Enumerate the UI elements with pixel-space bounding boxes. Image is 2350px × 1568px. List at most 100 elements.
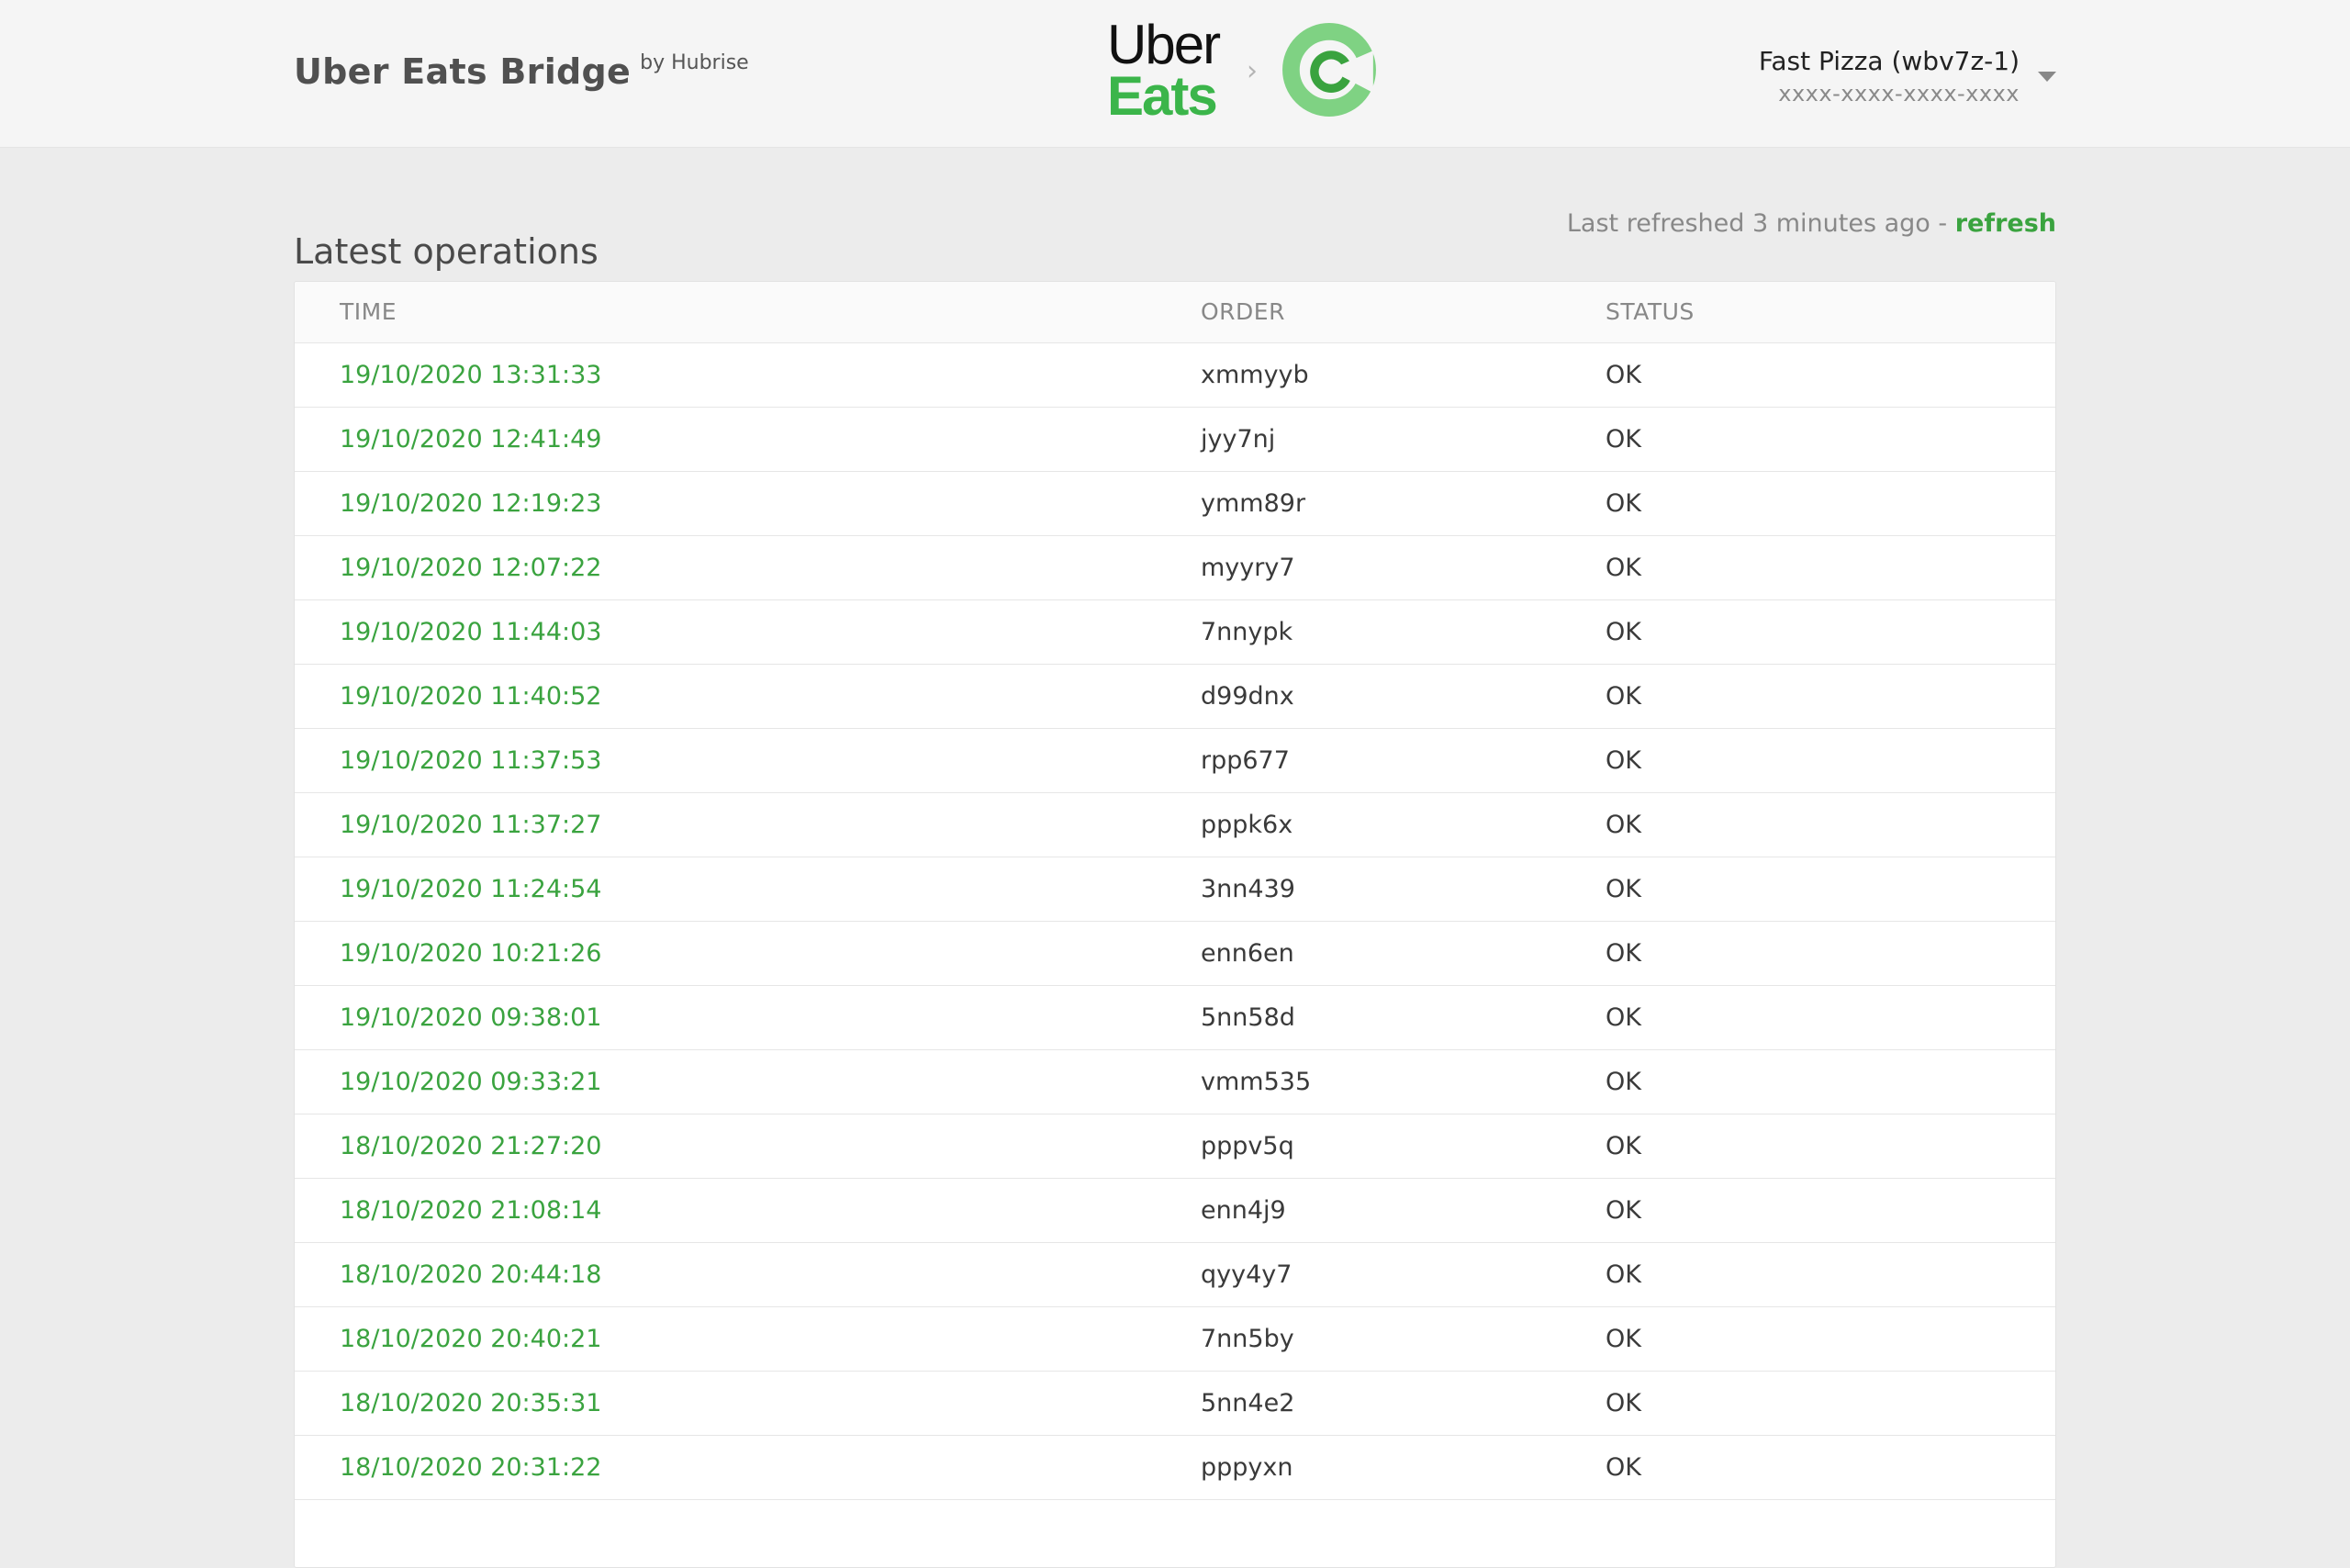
- time-link[interactable]: 19/10/2020 11:37:27: [340, 811, 601, 839]
- order-cell: 7nnypk: [1200, 599, 1605, 665]
- time-cell: 18/10/2020 20:44:18: [295, 1242, 1200, 1307]
- table-row: 19/10/2020 12:07:22 myyry7 OK: [295, 535, 2055, 600]
- time-link[interactable]: 19/10/2020 10:21:26: [340, 939, 601, 968]
- table-row: 18/10/2020 20:31:22 pppyxn OK: [295, 1435, 2055, 1500]
- eats-logo-word: Eats: [1107, 65, 1218, 127]
- time-link[interactable]: 18/10/2020 21:08:14: [340, 1196, 601, 1225]
- time-cell: 19/10/2020 13:31:33: [295, 342, 1200, 408]
- table-row: 19/10/2020 11:37:53 rpp677 OK: [295, 728, 2055, 793]
- status-cell: OK: [1605, 1178, 2055, 1243]
- time-cell: 19/10/2020 12:07:22: [295, 535, 1200, 600]
- time-cell: 19/10/2020 11:40:52: [295, 664, 1200, 729]
- column-header-status: STATUS: [1605, 282, 2055, 343]
- order-cell: pppv5q: [1200, 1114, 1605, 1179]
- account-id: xxxx-xxxx-xxxx-xxxx: [1778, 81, 2020, 106]
- time-link[interactable]: 19/10/2020 11:24:54: [340, 875, 601, 903]
- order-cell: pppk6x: [1200, 792, 1605, 857]
- page-title: Latest operations: [294, 230, 599, 272]
- time-cell: 19/10/2020 10:21:26: [295, 921, 1200, 986]
- time-cell: 19/10/2020 09:38:01: [295, 985, 1200, 1050]
- time-cell: 18/10/2020 21:27:20: [295, 1114, 1200, 1179]
- order-cell: 3nn439: [1200, 857, 1605, 922]
- refresh-status: Last refreshed 3 minutes ago - refresh: [1567, 209, 2056, 238]
- time-cell: 19/10/2020 11:44:03: [295, 599, 1200, 665]
- status-cell: OK: [1605, 535, 2055, 600]
- status-cell: OK: [1605, 1114, 2055, 1179]
- time-cell: 19/10/2020 12:19:23: [295, 471, 1200, 536]
- table-row: 19/10/2020 09:38:01 5nn58d OK: [295, 985, 2055, 1050]
- order-cell: enn4j9: [1200, 1178, 1605, 1243]
- time-link[interactable]: 19/10/2020 11:44:03: [340, 618, 601, 646]
- hubrise-logo-icon: [1282, 23, 1376, 117]
- order-cell: 7nn5by: [1200, 1306, 1605, 1372]
- time-link[interactable]: 19/10/2020 09:38:01: [340, 1003, 601, 1032]
- status-cell: OK: [1605, 921, 2055, 986]
- status-cell: OK: [1605, 1242, 2055, 1307]
- app-byline: by Hubrise: [640, 51, 749, 74]
- order-cell: pppyxn: [1200, 1435, 1605, 1500]
- operations-table: TIME ORDER STATUS 19/10/2020 13:31:33 xmm…: [295, 282, 2055, 1500]
- order-cell: myyry7: [1200, 535, 1605, 600]
- time-cell: 18/10/2020 21:08:14: [295, 1178, 1200, 1243]
- time-cell: 19/10/2020 09:33:21: [295, 1049, 1200, 1114]
- table-row: 18/10/2020 20:44:18 qyy4y7 OK: [295, 1242, 2055, 1307]
- time-link[interactable]: 19/10/2020 11:37:53: [340, 746, 601, 775]
- account-switcher[interactable]: Fast Pizza (wbv7z-1) xxxx-xxxx-xxxx-xxxx: [1726, 46, 2056, 110]
- order-cell: xmmyyb: [1200, 342, 1605, 408]
- time-link[interactable]: 18/10/2020 20:40:21: [340, 1325, 601, 1353]
- table-header-row: TIME ORDER STATUS: [295, 282, 2055, 343]
- account-name: Fast Pizza (wbv7z-1): [1758, 46, 2020, 76]
- time-link[interactable]: 18/10/2020 20:31:22: [340, 1453, 601, 1482]
- time-link[interactable]: 19/10/2020 11:40:52: [340, 682, 601, 711]
- time-link[interactable]: 18/10/2020 21:27:20: [340, 1132, 601, 1160]
- time-cell: 19/10/2020 12:41:49: [295, 407, 1200, 472]
- status-cell: OK: [1605, 1306, 2055, 1372]
- status-cell: OK: [1605, 599, 2055, 665]
- time-cell: 19/10/2020 11:24:54: [295, 857, 1200, 922]
- last-refreshed-text: Last refreshed 3 minutes ago -: [1566, 209, 1955, 238]
- table-row: 18/10/2020 21:27:20 pppv5q OK: [295, 1114, 2055, 1179]
- status-cell: OK: [1605, 1049, 2055, 1114]
- status-cell: OK: [1605, 792, 2055, 857]
- brand: Uber Eats Bridge by Hubrise: [294, 51, 749, 92]
- table-row: 19/10/2020 13:31:33 xmmyyb OK: [295, 342, 2055, 408]
- table-row: 18/10/2020 20:35:31 5nn4e2 OK: [295, 1371, 2055, 1436]
- time-cell: 18/10/2020 20:35:31: [295, 1371, 1200, 1436]
- uber-logo-word: Uber: [1107, 14, 1221, 75]
- status-cell: OK: [1605, 342, 2055, 408]
- column-header-order: ORDER: [1200, 282, 1605, 343]
- time-link[interactable]: 18/10/2020 20:44:18: [340, 1260, 601, 1289]
- chevron-right-icon: ›: [1247, 55, 1258, 87]
- table-row: 19/10/2020 11:40:52 d99dnx OK: [295, 664, 2055, 729]
- table-row: 19/10/2020 11:37:27 pppk6x OK: [295, 792, 2055, 857]
- order-cell: 5nn58d: [1200, 985, 1605, 1050]
- time-link[interactable]: 19/10/2020 12:07:22: [340, 554, 601, 582]
- table-row: 19/10/2020 11:44:03 7nnypk OK: [295, 599, 2055, 665]
- order-cell: ymm89r: [1200, 471, 1605, 536]
- status-cell: OK: [1605, 471, 2055, 536]
- time-cell: 19/10/2020 11:37:53: [295, 728, 1200, 793]
- status-cell: OK: [1605, 664, 2055, 729]
- app-header: Uber Eats Bridge by Hubrise Uber Eats › F…: [0, 0, 2350, 148]
- time-link[interactable]: 18/10/2020 20:35:31: [340, 1389, 601, 1417]
- column-header-time: TIME: [295, 282, 1200, 343]
- time-link[interactable]: 19/10/2020 13:31:33: [340, 361, 601, 389]
- time-link[interactable]: 19/10/2020 12:41:49: [340, 425, 601, 454]
- app-title: Uber Eats Bridge: [294, 51, 632, 92]
- status-cell: OK: [1605, 1371, 2055, 1436]
- order-cell: vmm535: [1200, 1049, 1605, 1114]
- table-row: 19/10/2020 11:24:54 3nn439 OK: [295, 857, 2055, 922]
- operations-table-card: TIME ORDER STATUS 19/10/2020 13:31:33 xmm…: [294, 281, 2056, 1568]
- time-link[interactable]: 19/10/2020 12:19:23: [340, 489, 601, 518]
- order-cell: qyy4y7: [1200, 1242, 1605, 1307]
- order-cell: jyy7nj: [1200, 407, 1605, 472]
- status-cell: OK: [1605, 985, 2055, 1050]
- time-link[interactable]: 19/10/2020 09:33:21: [340, 1068, 601, 1096]
- status-cell: OK: [1605, 1435, 2055, 1500]
- caret-down-icon[interactable]: [2038, 72, 2056, 82]
- table-row: 18/10/2020 21:08:14 enn4j9 OK: [295, 1178, 2055, 1243]
- refresh-link[interactable]: refresh: [1955, 209, 2056, 238]
- time-cell: 18/10/2020 20:40:21: [295, 1306, 1200, 1372]
- status-cell: OK: [1605, 728, 2055, 793]
- status-cell: OK: [1605, 407, 2055, 472]
